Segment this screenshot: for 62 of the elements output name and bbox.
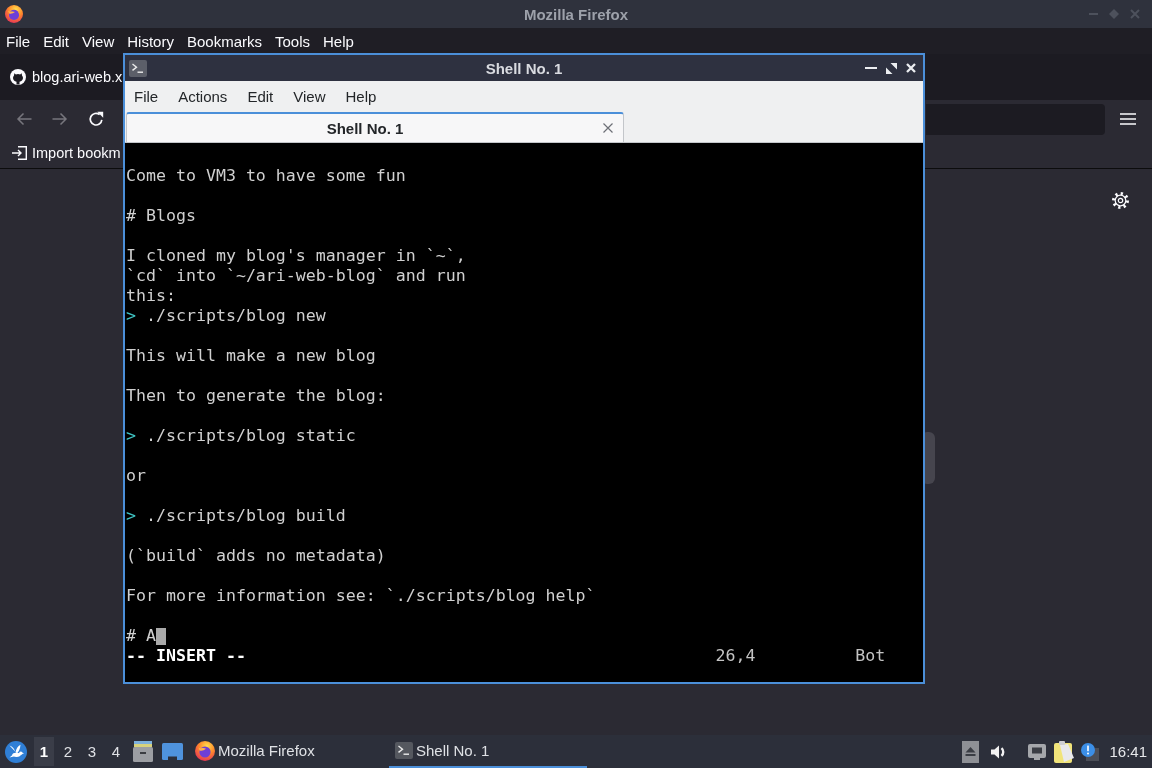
prompt-symbol: > xyxy=(126,506,136,526)
menu-item[interactable]: View xyxy=(82,32,115,50)
globe-logo-icon xyxy=(195,740,215,761)
terminal-line: `cd` into `~/ari-web-blog` and run xyxy=(126,266,466,286)
scroll-position: Bot xyxy=(855,646,886,666)
menu-item[interactable]: Edit xyxy=(247,87,274,105)
notification-icon[interactable] xyxy=(1081,742,1100,761)
window-title: Mozilla Firefox xyxy=(523,5,629,23)
terminal-line: ./scripts/blog build xyxy=(146,506,346,526)
menu-item[interactable]: Help xyxy=(323,32,354,50)
terminal-line: or xyxy=(126,466,146,486)
terminal-line: I cloned my blog's manager in `~`, xyxy=(126,246,466,266)
file-drawer-icon[interactable] xyxy=(133,741,153,762)
browser-tab[interactable]: blog.ari-web.x xyxy=(0,59,123,95)
terminal-tab[interactable]: Shell No. 1 xyxy=(126,112,624,142)
taskbar-button[interactable]: Mozilla Firefox xyxy=(191,735,389,768)
cursor-position: 26,4 xyxy=(715,646,757,666)
reload-icon[interactable] xyxy=(88,111,104,127)
terminal-icon xyxy=(395,742,413,759)
eject-icon[interactable] xyxy=(962,740,980,763)
terminal-line: ./scripts/blog static xyxy=(146,426,356,446)
menu-item[interactable]: File xyxy=(134,87,159,105)
terminal-line: # A xyxy=(126,626,156,646)
cat-logo-icon xyxy=(10,69,26,85)
menu-item[interactable]: View xyxy=(293,87,326,105)
menu-item[interactable]: Edit xyxy=(43,32,70,50)
workspace-button[interactable]: 1 xyxy=(34,737,54,766)
terminal-line: For more information see: `./scripts/blog help` xyxy=(126,586,596,606)
menu-item[interactable]: Bookmarks xyxy=(186,32,262,50)
import-icon xyxy=(12,146,27,160)
bird-logo-icon[interactable] xyxy=(5,740,27,763)
menu-item[interactable]: History xyxy=(127,32,174,50)
terminal-icon xyxy=(129,59,147,77)
prompt-symbol: > xyxy=(126,306,136,326)
mode-indicator: -- INSERT -- xyxy=(126,646,247,666)
workspace-button[interactable]: 3 xyxy=(82,737,102,766)
window-title: Shell No. 1 xyxy=(485,59,563,77)
clock[interactable]: 16:41 xyxy=(1109,743,1147,760)
network-icon[interactable] xyxy=(1028,743,1047,760)
terminal-line: Then to generate the blog: xyxy=(126,386,386,406)
terminal-line: This will make a new blog xyxy=(126,346,376,366)
taskbar-button[interactable]: Shell No. 1 xyxy=(389,735,587,768)
url-field[interactable] xyxy=(926,103,1105,135)
menu-item[interactable]: Help xyxy=(345,87,377,105)
workspace-button[interactable]: 2 xyxy=(58,737,78,766)
menu-item[interactable]: Actions xyxy=(178,87,228,105)
terminal-line: (`build` adds no metadata) xyxy=(126,546,386,566)
globe-logo-icon xyxy=(5,5,23,23)
workspace-button[interactable]: 4 xyxy=(106,737,126,766)
terminal-line: # Blogs xyxy=(126,206,196,226)
menu-icon[interactable] xyxy=(1120,113,1136,125)
menu-item[interactable]: Tools xyxy=(275,32,310,50)
maximize-icon[interactable] xyxy=(886,62,897,74)
terminal-line: ./scripts/blog new xyxy=(146,306,326,326)
menu-item[interactable]: File xyxy=(6,32,31,50)
settings-icon[interactable] xyxy=(1112,192,1129,209)
screen-icon[interactable] xyxy=(162,743,183,760)
bookmark-item[interactable]: Import bookm xyxy=(12,145,121,161)
terminal-line: Come to VM3 to have some fun xyxy=(126,166,406,186)
clipboard-icon[interactable] xyxy=(1054,740,1075,763)
terminal-line: this: xyxy=(126,286,176,306)
prompt-symbol: > xyxy=(126,426,136,446)
